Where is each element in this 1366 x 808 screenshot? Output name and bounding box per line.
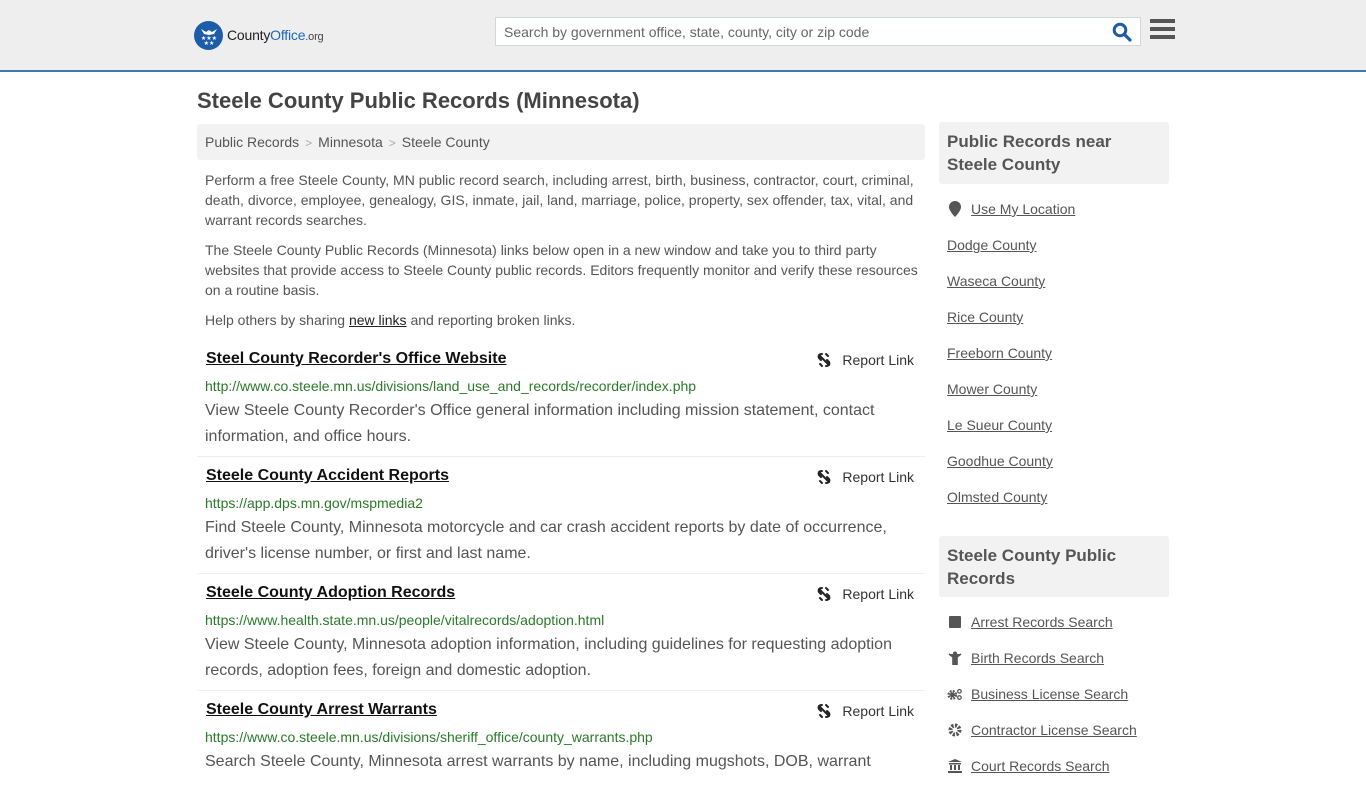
search-box	[495, 17, 1141, 46]
record-item: Steele County Accident Reports Report Li…	[197, 467, 925, 574]
report-link-button[interactable]: Report Link	[816, 469, 914, 485]
record-title-link[interactable]: Steel County Recorder's Office Website	[206, 350, 506, 368]
record-title-link[interactable]: Steele County Accident Reports	[206, 467, 449, 485]
breadcrumb: Public Records > Minnesota > Steele County	[197, 124, 925, 160]
gear-icon	[947, 722, 963, 738]
record-title-link[interactable]: Steele County Arrest Warrants	[206, 701, 437, 719]
record-description: View Steele County Recorder's Office gen…	[205, 402, 875, 445]
svg-text:★★: ★★	[203, 40, 214, 46]
nearby-county-link[interactable]: Waseca County	[947, 273, 1045, 289]
broken-link-icon	[818, 353, 831, 367]
record-title-link[interactable]: Steele County Adoption Records	[206, 584, 455, 602]
logo-eagle-icon: ★★★ ★★	[194, 20, 223, 50]
record-url[interactable]: https://www.co.steele.mn.us/divisions/sh…	[205, 729, 653, 745]
use-my-location[interactable]: Use My Location	[947, 201, 1075, 217]
nearby-county-link[interactable]: Mower County	[947, 381, 1037, 397]
cogs-icon	[947, 686, 963, 702]
breadcrumb-public-records[interactable]: Public Records	[205, 134, 299, 150]
record-url[interactable]: http://www.co.steele.mn.us/divisions/lan…	[205, 378, 696, 394]
breadcrumb-separator: >	[305, 136, 313, 150]
record-item: Steele County Arrest Warrants Report Lin…	[197, 701, 925, 808]
logo-link[interactable]: ★★★ ★★ CountyOffice.org	[194, 20, 324, 50]
breadcrumb-steele-county: Steele County	[401, 134, 490, 150]
page-title: Steele County Public Records (Minnesota)	[197, 88, 640, 113]
map-marker-icon	[947, 201, 963, 217]
courthouse-icon	[947, 758, 963, 774]
hamburger-menu-icon[interactable]	[1150, 19, 1175, 42]
site-header: ★★★ ★★ CountyOffice.org	[0, 0, 1366, 72]
report-link-button[interactable]: Report Link	[816, 703, 914, 719]
intro-paragraph: Perform a free Steele County, MN public …	[205, 172, 914, 228]
record-description: Search Steele County, Minnesota arrest w…	[205, 753, 871, 770]
nearby-records-heading: Public Records near Steele County	[939, 122, 1169, 184]
nearby-county-link[interactable]: Olmsted County	[947, 489, 1047, 505]
report-link-button[interactable]: Report Link	[816, 352, 914, 368]
record-item: Steele County Adoption Records Report Li…	[197, 584, 925, 691]
square-icon	[947, 614, 963, 630]
broken-link-icon	[818, 470, 831, 484]
search-icon[interactable]	[1112, 22, 1134, 42]
record-item: Steel County Recorder's Office Website R…	[197, 350, 925, 457]
nearby-county-link[interactable]: Dodge County	[947, 237, 1037, 253]
record-search-link[interactable]: Contractor License Search	[947, 722, 1137, 738]
search-input[interactable]	[496, 18, 1096, 45]
broken-link-icon	[818, 587, 831, 601]
help-paragraph: Help others by sharing new links and rep…	[205, 312, 576, 328]
broken-link-icon	[818, 704, 831, 718]
logo-text: CountyOffice.org	[227, 27, 324, 43]
record-url[interactable]: https://www.health.state.mn.us/people/vi…	[205, 612, 604, 628]
nearby-county-link[interactable]: Goodhue County	[947, 453, 1053, 469]
disclaimer-paragraph: The Steele County Public Records (Minnes…	[205, 242, 918, 298]
record-search-link[interactable]: Court Records Search	[947, 758, 1110, 774]
nearby-county-link[interactable]: Le Sueur County	[947, 417, 1052, 433]
breadcrumb-minnesota[interactable]: Minnesota	[318, 134, 383, 150]
record-description: Find Steele County, Minnesota motorcycle…	[205, 519, 887, 562]
nearby-county-link[interactable]: Freeborn County	[947, 345, 1052, 361]
breadcrumb-separator: >	[388, 136, 396, 150]
record-search-link[interactable]: Business License Search	[947, 686, 1128, 702]
nearby-county-link[interactable]: Rice County	[947, 309, 1023, 325]
record-url[interactable]: https://app.dps.mn.gov/mspmedia2	[205, 495, 423, 511]
record-search-link[interactable]: Arrest Records Search	[947, 614, 1113, 630]
county-records-heading: Steele County Public Records	[939, 536, 1169, 597]
record-search-link[interactable]: Birth Records Search	[947, 650, 1104, 666]
child-icon	[947, 650, 963, 666]
report-link-button[interactable]: Report Link	[816, 586, 914, 602]
new-links-link[interactable]: new links	[349, 312, 407, 328]
record-description: View Steele County, Minnesota adoption i…	[205, 636, 892, 679]
